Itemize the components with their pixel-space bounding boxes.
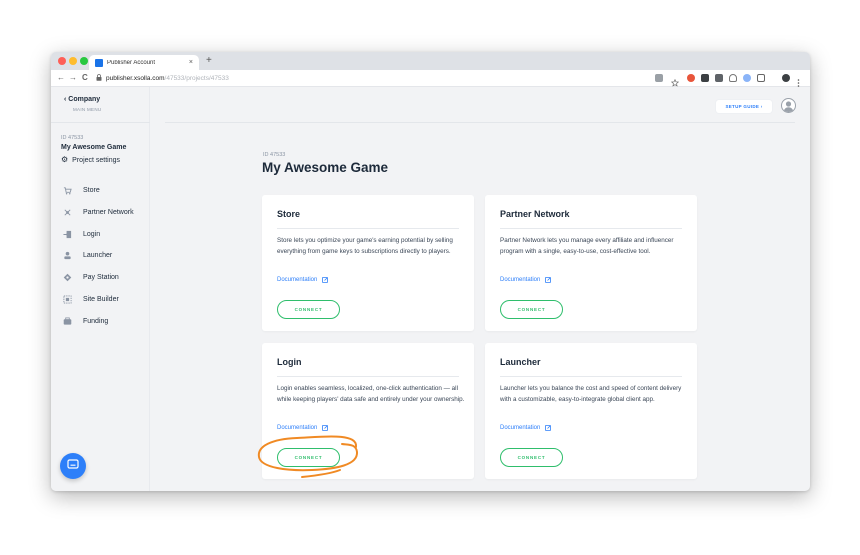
support-chat-button[interactable] (60, 453, 86, 479)
login-card: Login Login enables seamless, localized,… (262, 343, 474, 479)
gear-icon: ⚙ (61, 155, 69, 164)
card-title: Login (277, 357, 302, 367)
partner-network-documentation-link[interactable]: Documentation (500, 277, 552, 283)
sidebar-project-name: My Awesome Game (61, 144, 127, 151)
external-link-icon (545, 277, 552, 283)
card-title: Partner Network (500, 209, 570, 219)
lock-icon (96, 74, 102, 83)
card-description: Partner Network lets you manage every af… (500, 237, 674, 255)
launcher-connect-button[interactable]: CONNECT (500, 448, 563, 467)
card-divider (277, 228, 459, 229)
card-title: Launcher (500, 357, 541, 367)
profile-icon[interactable] (782, 74, 790, 82)
user-avatar[interactable] (781, 98, 796, 113)
card-divider (500, 228, 682, 229)
browser-tab[interactable]: Publisher Account × (89, 55, 199, 70)
chat-icon (67, 457, 79, 475)
card-divider (277, 376, 459, 377)
project-settings-link[interactable]: ⚙ Project settings (61, 156, 120, 164)
external-link-icon (322, 277, 329, 283)
login-icon (63, 230, 72, 239)
documentation-label: Documentation (500, 425, 541, 431)
documentation-label: Documentation (277, 425, 318, 431)
login-documentation-link[interactable]: Documentation (277, 425, 329, 431)
login-connect-button[interactable]: CONNECT (277, 448, 340, 467)
partner-network-connect-button[interactable]: CONNECT (500, 300, 563, 319)
brave-shield-icon[interactable] (687, 74, 695, 82)
address-bar[interactable]: publisher.xsolla.com /47533/projects/475… (96, 72, 736, 85)
sidebar-item-label: Store (83, 186, 100, 194)
sidebar-item-label: Launcher (83, 251, 113, 259)
partner-network-card: Partner Network Partner Network lets you… (485, 195, 697, 331)
cloud-icon[interactable] (729, 74, 737, 82)
sidebar-item-launcher[interactable]: Launcher (63, 249, 112, 261)
extension-drop-icon[interactable] (743, 74, 751, 82)
store-card: Store Store lets you optimize your game'… (262, 195, 474, 331)
back-to-company-link[interactable]: ‹ Company (64, 96, 100, 103)
xsolla-favicon-icon (95, 58, 103, 67)
pay-station-icon (63, 273, 72, 282)
header-divider (165, 122, 795, 123)
star-icon[interactable] (670, 74, 680, 87)
page-project-id: ID 47533 (263, 152, 286, 158)
tab-close-icon[interactable]: × (189, 59, 193, 66)
launcher-documentation-link[interactable]: Documentation (500, 425, 552, 431)
translate-icon[interactable] (655, 74, 663, 82)
card-description: Launcher lets you balance the cost and s… (500, 385, 682, 403)
maximize-window-button[interactable] (80, 57, 88, 65)
sidebar-item-pay-station[interactable]: Pay Station (63, 271, 119, 283)
sidebar: ‹ Company MAIN MENU ID 47533 My Awesome … (51, 87, 150, 491)
external-link-icon (322, 425, 329, 431)
url-path: /47533/projects/47533 (164, 75, 229, 82)
funding-icon (63, 316, 72, 326)
sidebar-project-id: ID 47533 (61, 135, 84, 141)
setup-guide-button[interactable]: SETUP GUIDE › (716, 100, 772, 113)
extension-reader-icon[interactable] (715, 74, 723, 82)
forward-arrow-icon[interactable]: → (69, 73, 77, 83)
sidebar-item-label: Pay Station (83, 273, 119, 281)
sidebar-item-site-builder[interactable]: Site Builder (63, 293, 119, 305)
main-content: SETUP GUIDE › ID 47533 My Awesome Game S… (150, 87, 810, 491)
sidebar-item-label: Partner Network (83, 208, 134, 216)
project-settings-label: Project settings (72, 156, 121, 164)
card-description: Store lets you optimize your game's earn… (277, 237, 453, 255)
sidebar-item-partner-network[interactable]: Partner Network (63, 206, 134, 218)
launcher-card: Launcher Launcher lets you balance the c… (485, 343, 697, 479)
external-link-icon (545, 425, 552, 431)
card-description: Login enables seamless, localized, one-c… (277, 385, 465, 403)
extension-calendar-icon[interactable] (701, 74, 709, 82)
sidebar-item-funding[interactable]: Funding (63, 315, 108, 327)
new-tab-button[interactable]: + (206, 55, 212, 67)
sidebar-item-label: Site Builder (83, 295, 119, 303)
reload-icon[interactable]: C (82, 73, 88, 83)
store-icon (63, 186, 72, 195)
browser-toolbar: ← → C publisher.xsolla.com /47533/projec… (51, 70, 810, 87)
sidebar-divider (51, 122, 150, 123)
partner-network-icon (63, 208, 72, 217)
sidebar-item-store[interactable]: Store (63, 184, 100, 196)
card-title: Store (277, 209, 301, 219)
sidebar-item-label: Login (83, 230, 101, 238)
url-host: publisher.xsolla.com (106, 75, 165, 82)
tab-title: Publisher Account (107, 59, 156, 66)
sidebar-item-login[interactable]: Login (63, 228, 100, 240)
sidebar-item-label: Funding (83, 317, 109, 325)
site-builder-icon (63, 294, 72, 304)
browser-window: Publisher Account × + ← → C publisher.xs… (51, 52, 810, 491)
main-menu-label: MAIN MENU (73, 107, 102, 112)
close-window-button[interactable] (58, 57, 66, 65)
documentation-label: Documentation (277, 277, 318, 283)
tab-strip: Publisher Account × + (51, 52, 810, 70)
back-arrow-icon[interactable]: ← (57, 73, 65, 83)
page-title: My Awesome Game (262, 160, 389, 175)
store-connect-button[interactable]: CONNECT (277, 300, 340, 319)
menu-kebab-icon[interactable] (797, 74, 800, 87)
screenshot-icon[interactable] (757, 74, 765, 82)
minimize-window-button[interactable] (69, 57, 77, 65)
store-documentation-link[interactable]: Documentation (277, 277, 329, 283)
launcher-icon (63, 251, 72, 260)
documentation-label: Documentation (500, 277, 541, 283)
card-divider (500, 376, 682, 377)
